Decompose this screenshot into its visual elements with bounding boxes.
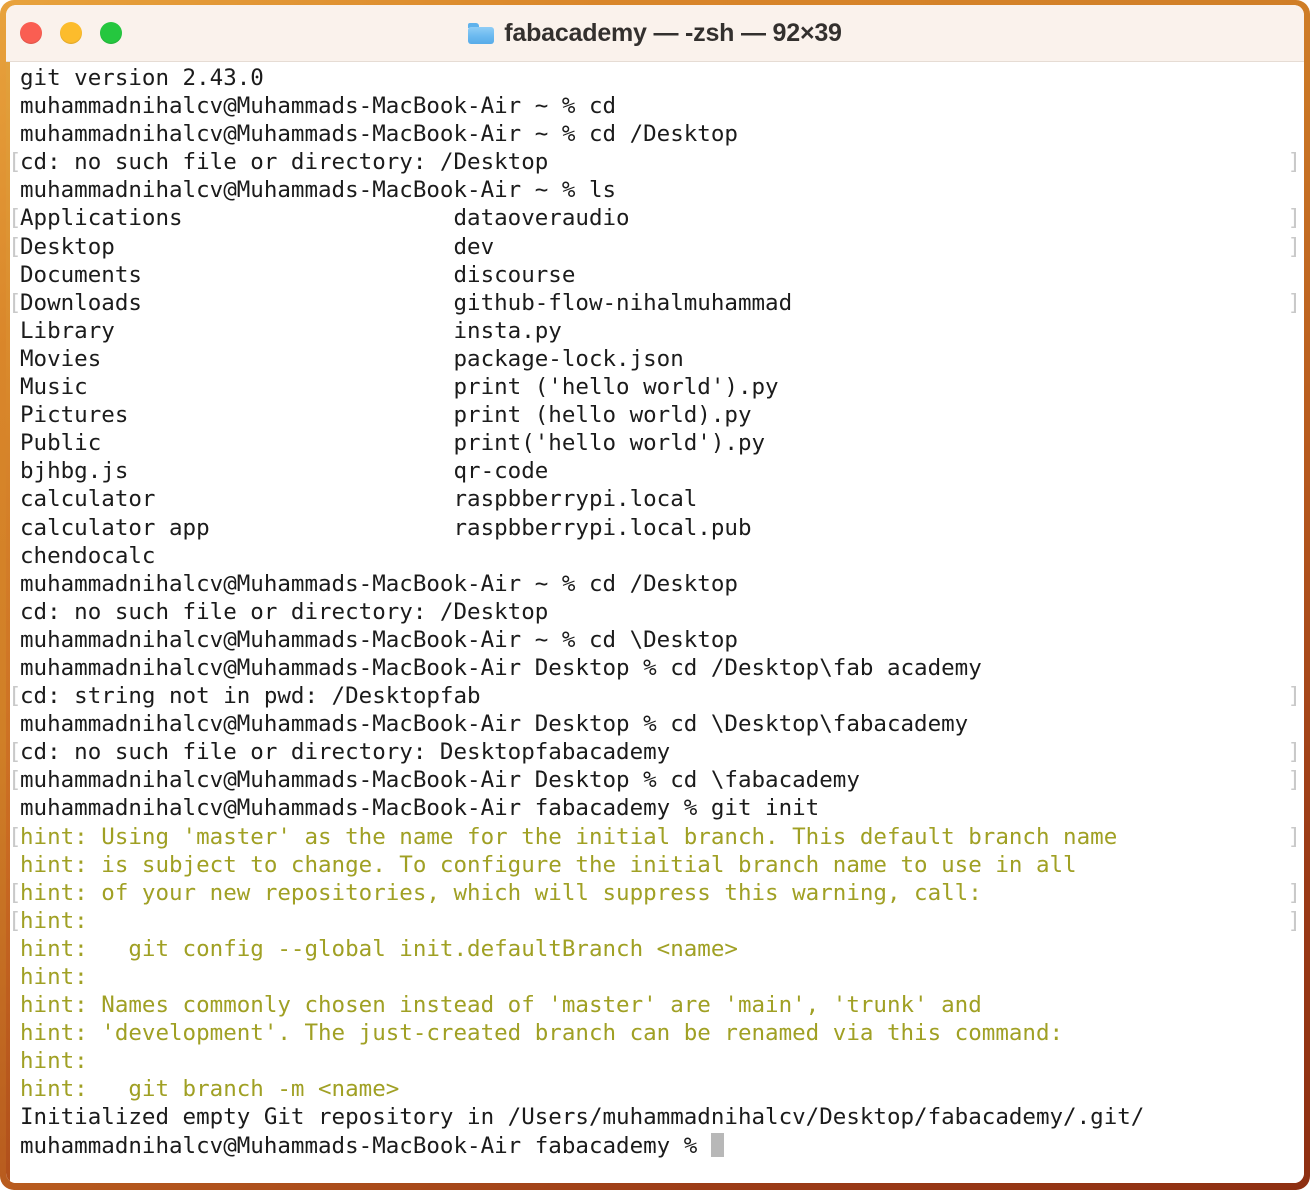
terminal-line: Initialized empty Git repository in /Use… bbox=[20, 1104, 1145, 1131]
title-group: fabacademy — -zsh — 92×39 bbox=[6, 5, 1304, 62]
terminal-line: hint: is subject to change. To configure… bbox=[20, 851, 1077, 878]
terminal-line: Pictures print (hello world).py bbox=[20, 402, 752, 429]
terminal-line: Library insta.py bbox=[20, 317, 562, 344]
terminal-line: cd: no such file or directory: /Desktop bbox=[6, 148, 1304, 176]
maximize-window-button[interactable] bbox=[100, 22, 122, 44]
terminal-line: hint: 'development'. The just-created br… bbox=[20, 1020, 1064, 1047]
terminal-line: muhammadnihalcv@Muhammads-MacBook-Air ~ … bbox=[20, 93, 617, 120]
terminal-line: hint: bbox=[20, 1048, 88, 1075]
terminal-line: muhammadnihalcv@Muhammads-MacBook-Air ~ … bbox=[20, 121, 738, 148]
terminal-line: Documents discourse bbox=[20, 261, 576, 288]
terminal-line: cd: string not in pwd: /Desktopfab bbox=[6, 682, 1304, 710]
terminal-line: Music print ('hello world').py bbox=[20, 374, 779, 401]
terminal-line: calculator raspbberrypi.local bbox=[20, 486, 698, 513]
terminal-line: hint: Names commonly chosen instead of '… bbox=[20, 992, 982, 1019]
window-title: fabacademy — -zsh — 92×39 bbox=[504, 19, 842, 47]
terminal-line: muhammadnihalcv@Muhammads-MacBook-Air De… bbox=[20, 711, 969, 738]
terminal-line: hint: of your new repositories, which wi… bbox=[6, 879, 1304, 907]
terminal-line: muhammadnihalcv@Muhammads-MacBook-Air ~ … bbox=[20, 177, 617, 204]
terminal-line: chendocalc bbox=[20, 542, 156, 569]
terminal-line: Downloads github-flow-nihalmuhammad bbox=[6, 289, 1304, 317]
terminal-line: hint: Using 'master' as the name for the… bbox=[6, 823, 1304, 851]
terminal-line: hint: git branch -m <name> bbox=[20, 1076, 400, 1103]
terminal-line: muhammadnihalcv@Muhammads-MacBook-Air fa… bbox=[20, 795, 820, 822]
active-prompt-line[interactable]: muhammadnihalcv@Muhammads-MacBook-Air fa… bbox=[6, 1132, 1304, 1160]
terminal-line: git version 2.43.0 bbox=[20, 65, 264, 91]
terminal-line: hint: bbox=[20, 964, 88, 990]
terminal-line: calculator app raspbberrypi.local.pub bbox=[20, 514, 752, 541]
terminal-line: Applications dataoveraudio bbox=[6, 204, 1304, 232]
block-cursor bbox=[710, 1132, 724, 1157]
terminal-window: fabacademy — -zsh — 92×39 git version 2.… bbox=[0, 0, 1310, 1190]
terminal-screen[interactable]: git version 2.43.0 muhammadnihalcv@Muhamm… bbox=[6, 62, 1304, 1183]
terminal-body[interactable]: git version 2.43.0 muhammadnihalcv@Muhamm… bbox=[6, 62, 1304, 1183]
terminal-line: bjhbg.js qr-code bbox=[20, 458, 549, 485]
terminal-line: hint: bbox=[6, 907, 1304, 935]
terminal-line: muhammadnihalcv@Muhammads-MacBook-Air ~ … bbox=[20, 626, 738, 653]
window-inner: fabacademy — -zsh — 92×39 git version 2.… bbox=[6, 5, 1304, 1183]
titlebar[interactable]: fabacademy — -zsh — 92×39 bbox=[6, 5, 1304, 62]
terminal-line: cd: no such file or directory: /Desktop bbox=[20, 598, 549, 625]
terminal-line: Desktop dev bbox=[6, 233, 1304, 261]
terminal-line: muhammadnihalcv@Muhammads-MacBook-Air De… bbox=[6, 766, 1304, 794]
close-window-button[interactable] bbox=[20, 22, 42, 44]
terminal-line: Movies package-lock.json bbox=[20, 345, 684, 372]
terminal-line: muhammadnihalcv@Muhammads-MacBook-Air ~ … bbox=[20, 570, 738, 597]
traffic-light-buttons bbox=[20, 22, 122, 44]
minimize-window-button[interactable] bbox=[60, 22, 82, 44]
terminal-line: hint: git config --global init.defaultBr… bbox=[20, 935, 738, 962]
terminal-line: Public print('hello world').py bbox=[20, 430, 766, 457]
terminal-line: cd: no such file or directory: Desktopfa… bbox=[6, 738, 1304, 766]
prompt-text: muhammadnihalcv@Muhammads-MacBook-Air fa… bbox=[20, 1132, 711, 1159]
folder-icon bbox=[468, 23, 495, 44]
terminal-line: muhammadnihalcv@Muhammads-MacBook-Air De… bbox=[20, 654, 982, 681]
